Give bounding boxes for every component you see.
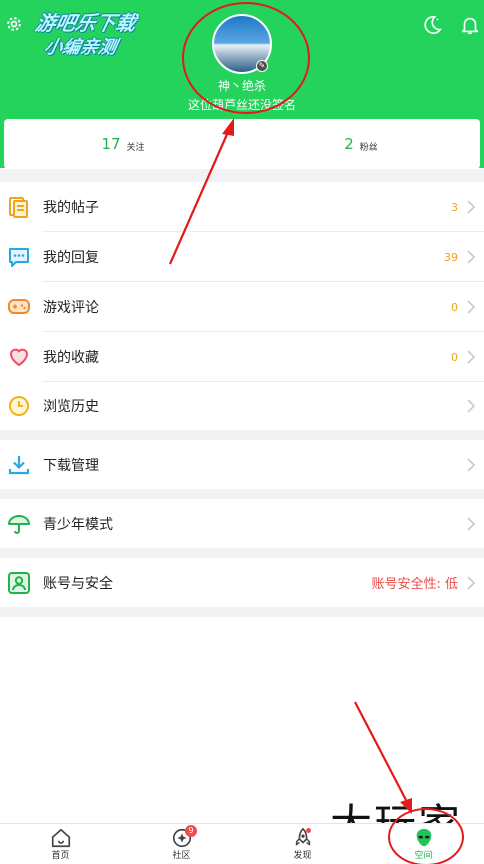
person-card-icon xyxy=(8,571,30,594)
menu-item-my-posts[interactable]: 我的帖子 3 xyxy=(0,182,484,232)
tab-label-home: 首页 xyxy=(51,851,70,861)
tab-discover[interactable]: 发现 xyxy=(242,824,363,864)
menu-label-download-manager: 下载管理 xyxy=(43,457,99,474)
following-count: 17 xyxy=(101,135,121,153)
community-badge: 9 xyxy=(185,825,197,837)
discover-dot xyxy=(306,828,311,833)
count-my-posts: 3 xyxy=(451,200,458,214)
watermark-line2: 小编亲测 xyxy=(42,37,119,58)
fans-label: 粉丝 xyxy=(359,142,378,153)
section-gap xyxy=(0,430,484,440)
menu-label-browse-history: 浏览历史 xyxy=(43,399,99,415)
home-icon xyxy=(51,828,70,848)
tab-label-discover: 发现 xyxy=(293,851,312,861)
annotation-ellipse-space-tab xyxy=(388,808,464,864)
chevron-right-icon xyxy=(467,575,476,590)
section-gap xyxy=(0,607,484,617)
fans-stat[interactable]: 2 粉丝 xyxy=(242,119,480,169)
menu-label-game-reviews: 游戏评论 xyxy=(43,300,99,316)
night-mode-moon-icon[interactable] xyxy=(421,14,443,36)
following-stat[interactable]: 17 关注 xyxy=(4,119,242,169)
menu-item-browse-history[interactable]: 浏览历史 xyxy=(0,382,484,430)
stats-card: 17 关注 2 粉丝 xyxy=(4,119,480,169)
menu-item-youth-mode[interactable]: 青少年模式 xyxy=(0,499,484,548)
chevron-right-icon xyxy=(467,457,476,472)
chevron-right-icon xyxy=(467,200,476,214)
menu-item-my-replies[interactable]: 我的回复 39 xyxy=(0,232,484,282)
count-my-replies: 39 xyxy=(444,250,458,264)
clock-icon xyxy=(9,396,29,416)
chevron-right-icon xyxy=(467,516,476,531)
menu-item-game-reviews[interactable]: 游戏评论 0 xyxy=(0,282,484,332)
tab-label-community: 社区 xyxy=(172,851,191,861)
fans-count: 2 xyxy=(344,135,354,153)
tab-home[interactable]: 首页 xyxy=(0,824,121,864)
chevron-right-icon xyxy=(467,350,476,364)
chat-icon xyxy=(9,248,29,267)
menu-label-account-security: 账号与安全 xyxy=(43,575,113,592)
menu-item-my-favorites[interactable]: 我的收藏 0 xyxy=(0,332,484,382)
section-gap xyxy=(0,548,484,558)
umbrella-icon xyxy=(8,514,30,534)
annotation-ellipse-avatar xyxy=(182,2,310,114)
section-gap xyxy=(0,489,484,499)
gamepad-icon xyxy=(8,299,30,314)
count-my-favorites: 0 xyxy=(451,350,458,364)
tab-community[interactable]: 社区 9 xyxy=(121,824,242,864)
menu-label-my-posts: 我的帖子 xyxy=(43,200,99,216)
annotation-arrow-to-space-tab xyxy=(354,701,412,814)
download-icon xyxy=(8,455,30,474)
menu-item-account-security[interactable]: 账号与安全 账号安全性: 低 xyxy=(0,558,484,607)
chevron-right-icon xyxy=(467,399,476,413)
count-game-reviews: 0 xyxy=(451,300,458,314)
heart-icon xyxy=(10,348,28,366)
watermark-line1: 游吧乐下载 xyxy=(33,11,139,35)
menu-label-my-favorites: 我的收藏 xyxy=(43,350,99,366)
menu-item-download-manager[interactable]: 下载管理 xyxy=(0,440,484,489)
notification-bell-icon[interactable] xyxy=(459,14,481,36)
security-status: 账号安全性: 低 xyxy=(371,577,458,592)
watermark: 游吧乐下载 小编亲测 xyxy=(13,10,154,60)
section-gap xyxy=(0,169,484,182)
menu-label-youth-mode: 青少年模式 xyxy=(43,516,113,533)
following-label: 关注 xyxy=(126,142,145,153)
chevron-right-icon xyxy=(467,250,476,264)
menu-label-my-replies: 我的回复 xyxy=(43,250,99,266)
chevron-right-icon xyxy=(467,300,476,314)
document-icon xyxy=(9,197,28,218)
